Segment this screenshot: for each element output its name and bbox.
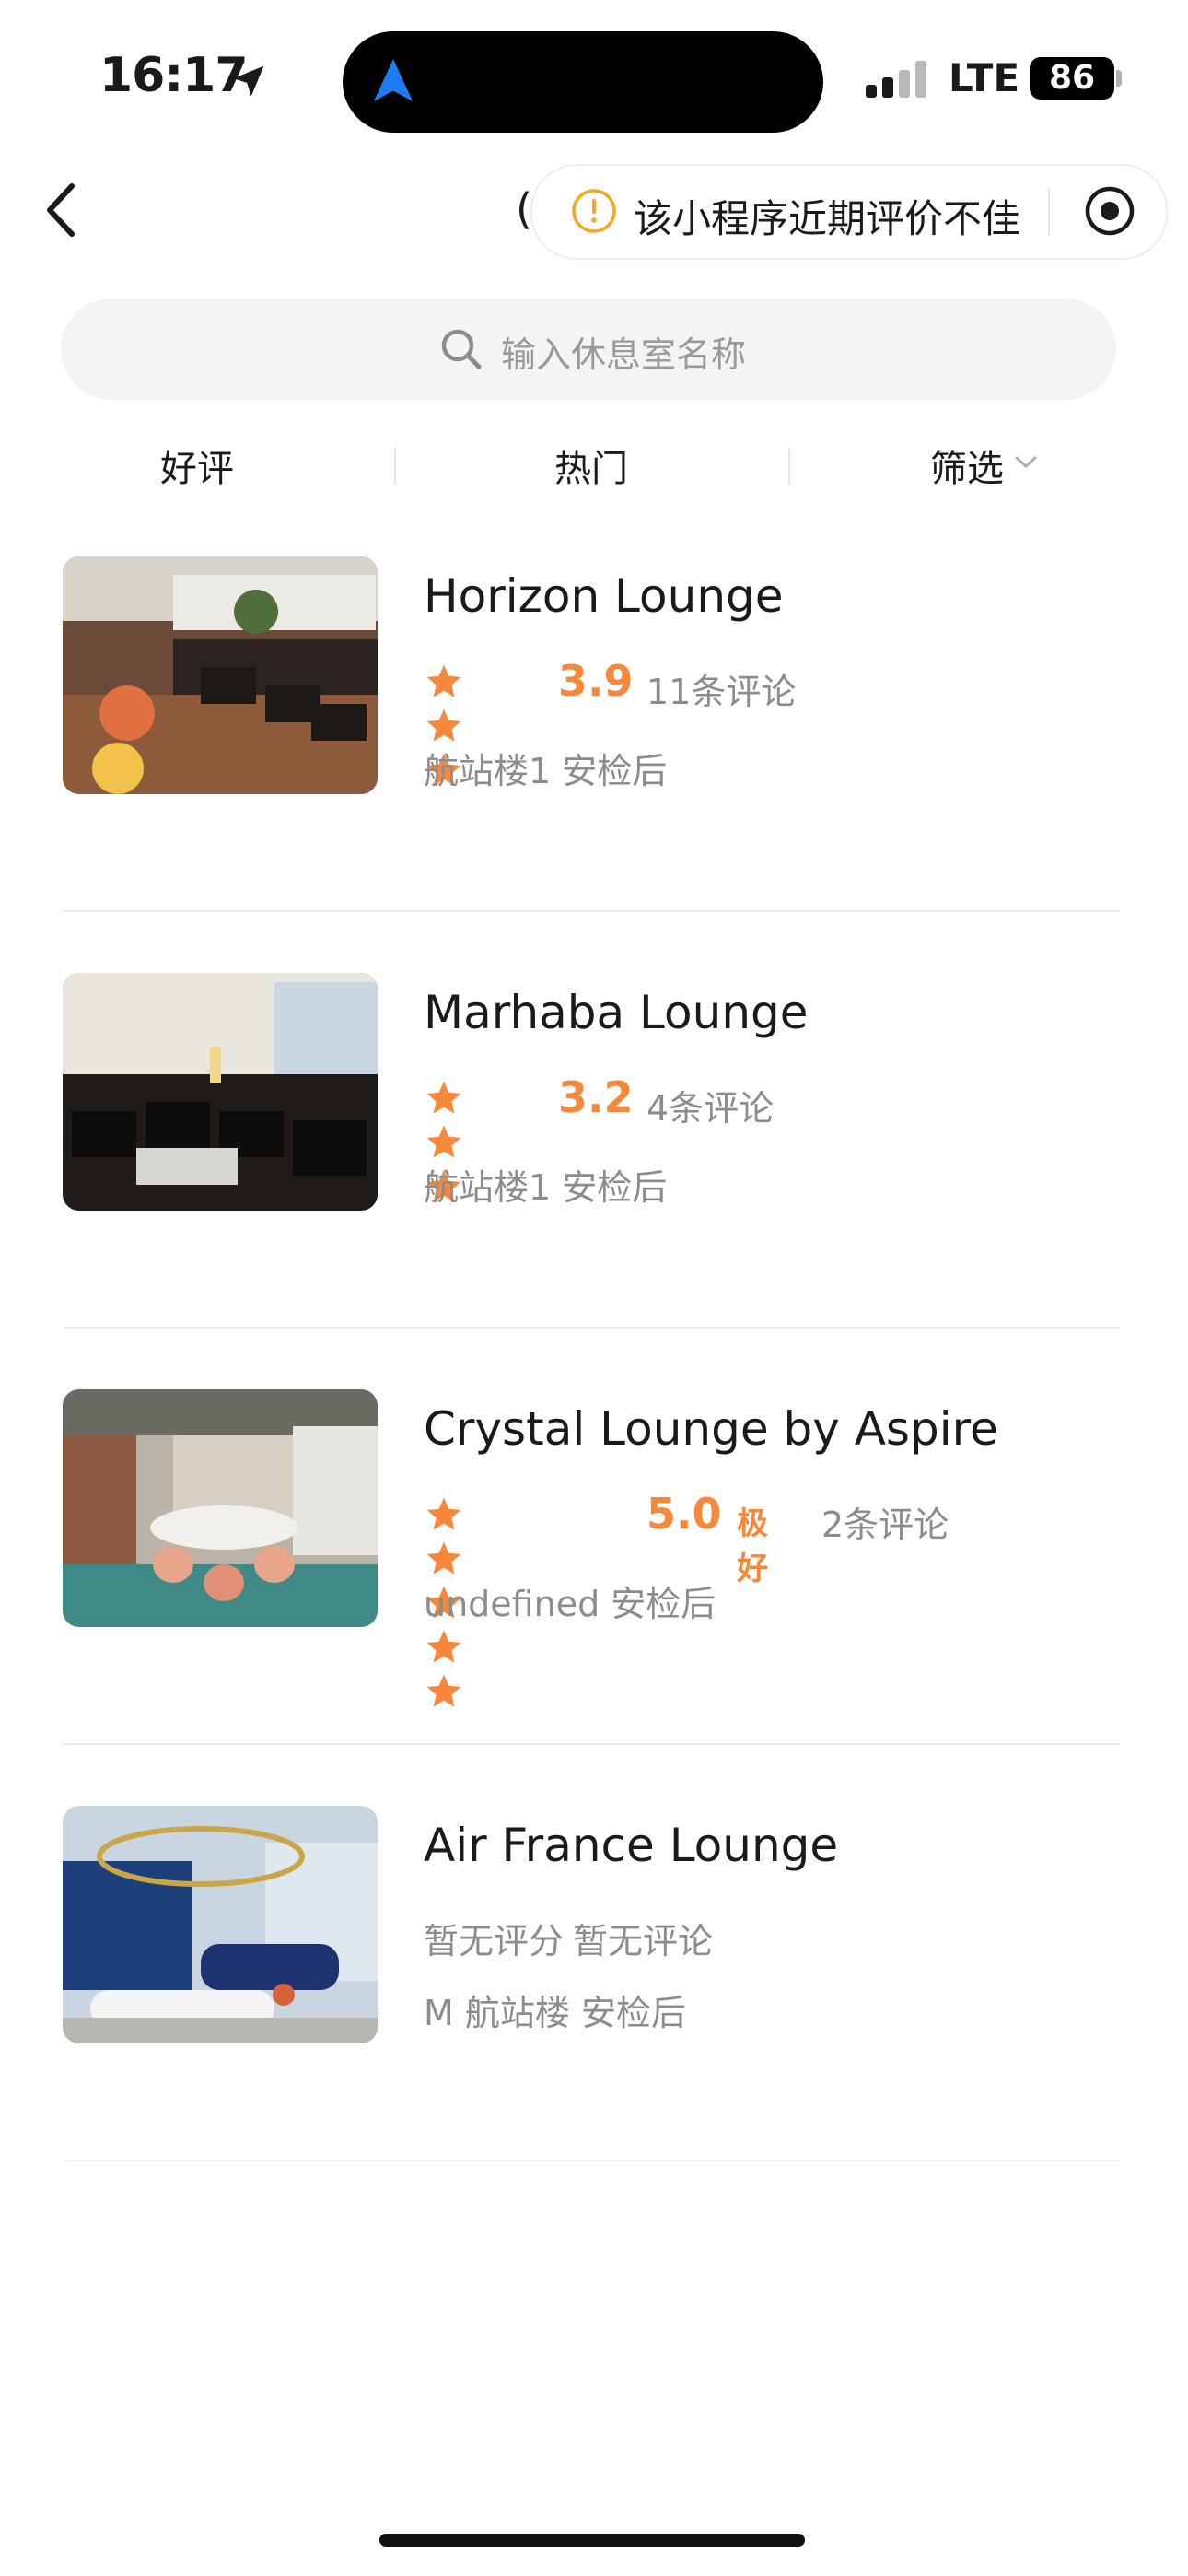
review-count[interactable]: 11条评论 [646,663,796,714]
star-icon [426,708,461,742]
lounge-location: M 航站楼 安检后 [424,1993,686,2033]
battery-tip [1116,70,1122,87]
lounge-thumbnail[interactable] [63,556,378,794]
no-rating-label: 暂无评分 [424,1921,565,1961]
rating-score: 3.9 [558,656,634,706]
star-icon [426,1630,461,1663]
list-separator [63,910,1120,912]
location-arrow-icon [233,65,264,97]
tab-filter[interactable]: 筛选 [930,439,1004,492]
tab-divider [394,448,396,485]
back-arrow-icon[interactable] [39,181,83,240]
tab-divider [788,448,790,485]
tab-good-reviews[interactable]: 好评 [160,439,234,492]
search-bar[interactable]: 输入休息室名称 [61,299,1116,400]
lounge-name[interactable]: Air France Lounge [424,1819,838,1872]
star-icon [426,1674,461,1707]
star-icon [426,1081,461,1114]
lounge-thumbnail[interactable] [63,973,378,1211]
close-target-icon[interactable] [1083,184,1136,238]
star-icon [426,664,461,697]
rating-score: 3.2 [558,1072,634,1122]
star-icon [426,1541,461,1575]
low-rating-notice[interactable]: 该小程序近期评价不佳 [634,188,1020,244]
lounge-location: 航站楼1 安检后 [424,1167,668,1208]
cellular-signal-icon [866,61,930,98]
lounge-name[interactable]: Crystal Lounge by Aspire [424,1402,998,1456]
lounge-thumbnail[interactable] [63,1806,378,2043]
home-indicator[interactable] [379,2534,805,2547]
miniprogram-capsule[interactable]: 该小程序近期评价不佳 [530,164,1168,260]
star-icon [426,1125,461,1158]
chevron-down-icon[interactable] [1013,453,1039,472]
star-icon [426,1497,461,1530]
search-icon [441,329,482,369]
status-time: 16:17 [99,48,249,103]
network-label: LTE [949,55,1020,100]
navigation-arrow-icon [373,59,413,101]
capsule-divider [1048,188,1050,236]
lounge-name[interactable]: Horizon Lounge [424,569,784,623]
lounge-thumbnail[interactable] [63,1389,378,1627]
rating-badge: 极好 [737,1505,768,1587]
lounge-name[interactable]: Marhaba Lounge [424,986,809,1039]
lounge-location: 航站楼1 安检后 [424,751,668,791]
list-separator [63,2160,1120,2161]
battery-indicator: 86 [1030,57,1114,100]
status-bar: 16:17 LTE 86 [0,0,1188,157]
list-separator [63,1327,1120,1329]
no-reviews-label[interactable]: 暂无评论 [573,1913,713,1963]
search-input[interactable]: 输入休息室名称 [501,326,746,377]
info-warning-icon [572,189,616,233]
rating-score: 5.0 [646,1489,722,1539]
tab-popular[interactable]: 热门 [554,439,628,492]
lounge-location: undefined 安检后 [424,1584,716,1624]
review-count[interactable]: 4条评论 [646,1080,774,1130]
dynamic-island [343,31,823,133]
list-separator [63,1743,1120,1745]
review-count[interactable]: 2条评论 [821,1496,949,1547]
